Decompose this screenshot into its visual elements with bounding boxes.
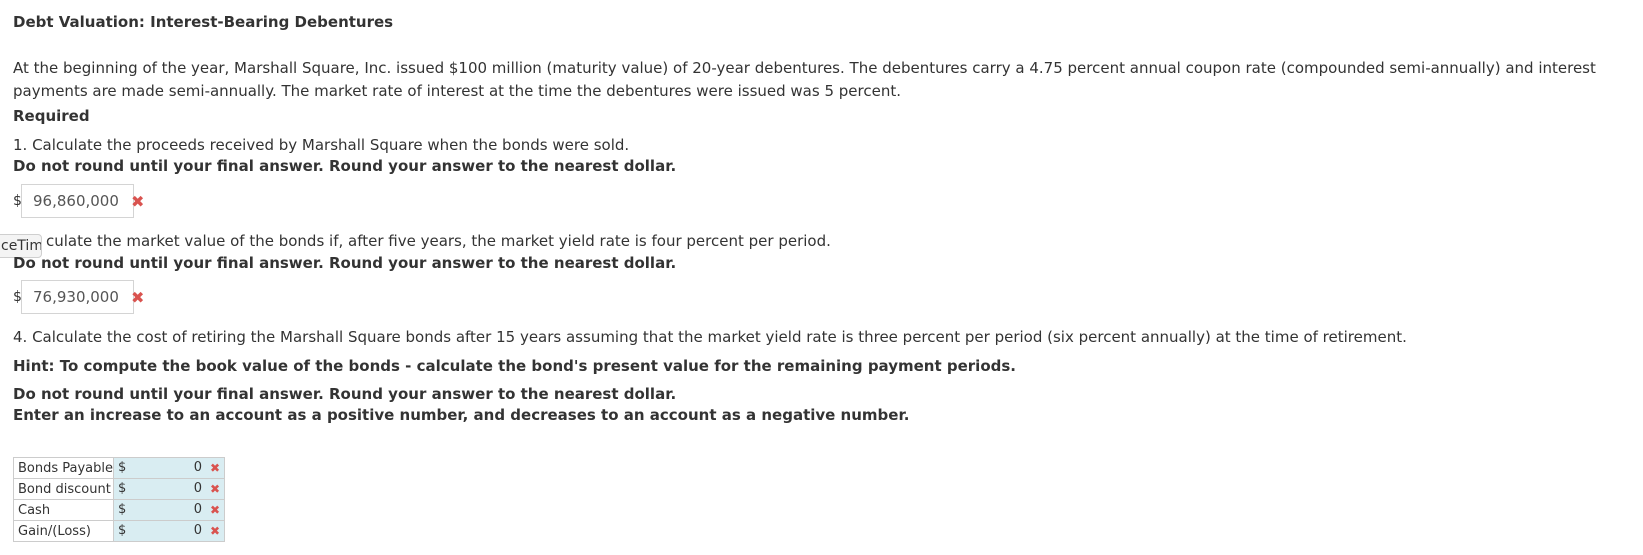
row-value-input[interactable]: $ 0 ✖ <box>113 499 225 521</box>
x-mark-icon: ✖ <box>131 288 145 307</box>
row-value: 0 <box>193 502 202 517</box>
question-4-text: 4. Calculate the cost of retiring the Ma… <box>13 328 1407 346</box>
x-mark-icon: ✖ <box>209 503 220 517</box>
row-value: 0 <box>193 481 202 496</box>
question-2-answer-input[interactable]: 76,930,000 <box>21 280 134 314</box>
row-label: Gain/(Loss) <box>13 520 114 542</box>
table-row: Bonds Payable $ 0 ✖ <box>13 457 225 479</box>
x-mark-icon: ✖ <box>209 482 220 496</box>
question-1-text: 1. Calculate the proceeds received by Ma… <box>13 136 630 154</box>
row-label: Bond discount <box>13 478 114 500</box>
row-label: Cash <box>13 499 114 521</box>
row-currency: $ <box>118 502 127 517</box>
row-value-input[interactable]: $ 0 ✖ <box>113 457 225 479</box>
row-value: 0 <box>193 460 202 475</box>
row-currency: $ <box>118 481 127 496</box>
row-value-input[interactable]: $ 0 ✖ <box>113 478 225 500</box>
required-label: Required <box>13 107 90 125</box>
question-2-instruction: Do not round until your final answer. Ro… <box>13 254 677 272</box>
question-1-answer-input[interactable]: 96,860,000 <box>21 184 134 218</box>
x-mark-icon: ✖ <box>209 524 220 538</box>
question-4-instruction-2: Enter an increase to an account as a pos… <box>13 406 910 424</box>
table-row: Gain/(Loss) $ 0 ✖ <box>13 520 225 542</box>
row-currency: $ <box>118 523 127 538</box>
x-mark-icon: ✖ <box>209 461 220 475</box>
question-4-instruction-1: Do not round until your final answer. Ro… <box>13 385 677 403</box>
row-value-input[interactable]: $ 0 ✖ <box>113 520 225 542</box>
x-mark-icon: ✖ <box>131 192 145 211</box>
question-2-text: culate the market value of the bonds if,… <box>46 232 831 250</box>
problem-intro: At the beginning of the year, Marshall S… <box>13 59 1596 100</box>
journal-table: Bonds Payable $ 0 ✖ Bond discount $ 0 ✖ … <box>13 457 225 542</box>
question-4-hint: Hint: To compute the book value of the b… <box>13 357 1016 375</box>
row-label: Bonds Payable <box>13 457 114 479</box>
question-1-instruction: Do not round until your final answer. Ro… <box>13 157 677 175</box>
table-row: Bond discount $ 0 ✖ <box>13 478 225 500</box>
row-currency: $ <box>118 460 127 475</box>
row-value: 0 <box>193 523 202 538</box>
page-title: Debt Valuation: Interest-Bearing Debentu… <box>13 13 394 31</box>
table-row: Cash $ 0 ✖ <box>13 499 225 521</box>
